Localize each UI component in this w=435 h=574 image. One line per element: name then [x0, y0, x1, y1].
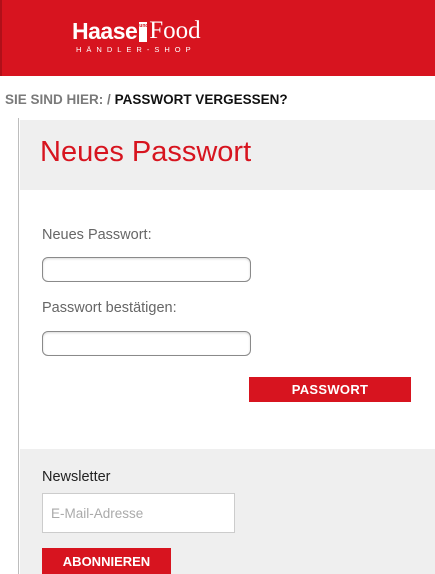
confirm-password-field[interactable] — [42, 331, 251, 356]
content-divider — [18, 118, 19, 574]
new-password-label: Neues Passwort: — [42, 227, 152, 243]
new-password-field[interactable] — [42, 257, 251, 282]
confirm-password-label: Passwort bestätigen: — [42, 300, 177, 316]
logo-connector: und — [139, 22, 148, 42]
newsletter-email-input[interactable] — [42, 493, 235, 533]
breadcrumb-separator: / — [107, 92, 111, 107]
logo-brand-name: Haase — [72, 18, 138, 44]
logo-food-text: Food — [149, 17, 201, 44]
page-title-box: Neues Passwort — [20, 120, 435, 190]
brand-logo[interactable]: Haase und Food HÄNDLER-SHOP — [72, 16, 201, 54]
newsletter-section: Newsletter ABONNIEREN — [20, 449, 435, 574]
page-title: Neues Passwort — [40, 136, 252, 168]
breadcrumb: SIE SIND HIER: / PASSWORT VERGESSEN? — [5, 92, 288, 107]
submit-password-button[interactable]: PASSWORT — [249, 377, 411, 402]
subscribe-button[interactable]: ABONNIEREN — [42, 548, 171, 574]
breadcrumb-current: PASSWORT VERGESSEN? — [114, 92, 288, 107]
breadcrumb-prefix: SIE SIND HIER: — [5, 92, 104, 107]
site-header: Haase und Food HÄNDLER-SHOP — [0, 0, 435, 76]
logo-subtitle: HÄNDLER-SHOP — [76, 45, 196, 54]
newsletter-title: Newsletter — [42, 469, 111, 485]
